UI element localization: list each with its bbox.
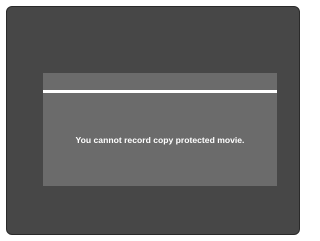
dialog-header-divider <box>43 90 277 93</box>
dialog-message: You cannot record copy protected movie. <box>75 135 245 145</box>
warning-dialog: You cannot record copy protected movie. <box>43 73 277 186</box>
tv-screen: You cannot record copy protected movie. <box>6 6 300 235</box>
